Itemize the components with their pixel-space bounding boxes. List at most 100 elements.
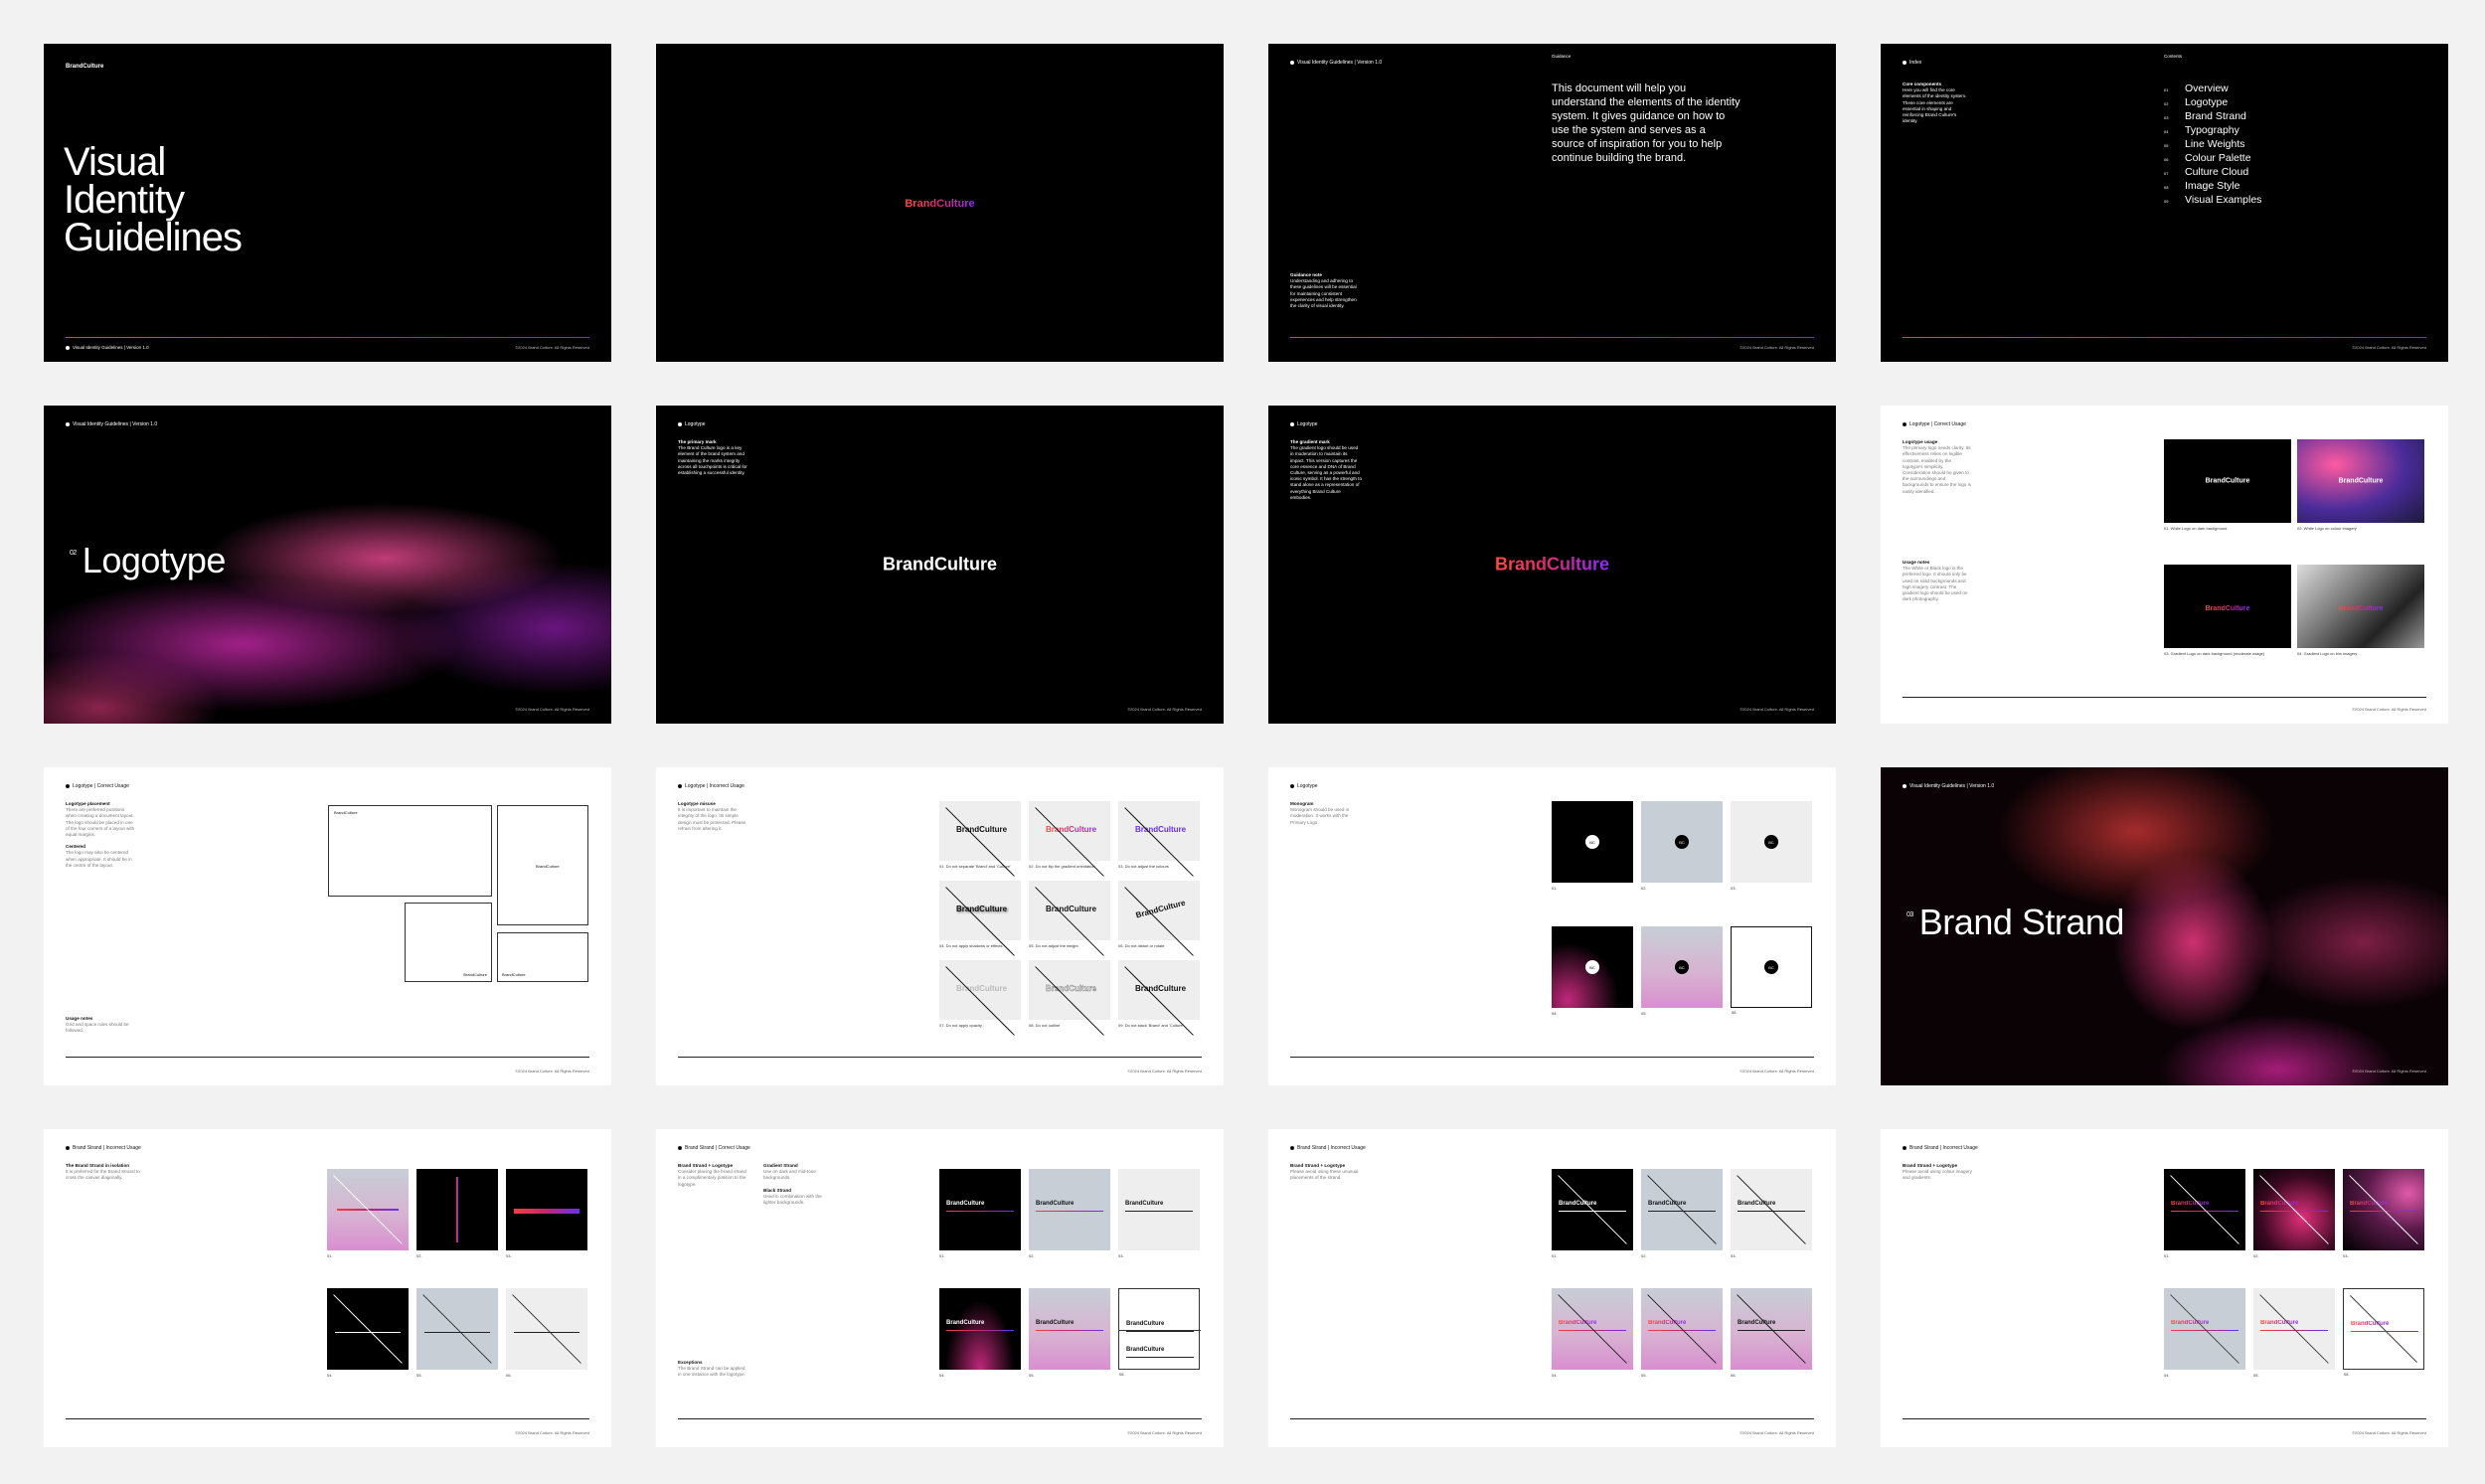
incorrect-text: Brand Strand + Logotype Please avoid usi… [1903,1163,1972,1182]
incorrect-tile[interactable]: 01. BrandCulture [1552,1169,1633,1258]
slide-logotype-placement[interactable]: Logotype | Correct Usage Logotype placem… [44,767,611,1085]
slide-strand-logotype-incorrect-2[interactable]: Brand Strand | Incorrect Usage Brand Str… [1881,1129,2448,1447]
toc-item[interactable]: Overview [2185,82,2261,95]
header-label: Visual Identity Guidelines | Version 1.0 [73,421,158,427]
misuse-tile[interactable]: 06. Do not distort or rotate BrandCulture [1118,881,1200,940]
misuse-tile[interactable]: 07. Do not apply opacity BrandCulture [939,960,1021,1020]
misuse-tile[interactable]: 08. Do not outline BrandCulture [1029,960,1110,1020]
incorrect-tile[interactable]: 05. BrandCulture [2253,1288,2335,1378]
logo-center: BrandCulture [656,555,1224,576]
slide-strand-logotype-correct[interactable]: Brand Strand | Correct Usage Brand Stran… [656,1129,1224,1447]
monogram-tile[interactable]: 01. BC [1552,801,1633,891]
gradient-rule [66,336,589,338]
toc-item[interactable]: Visual Examples [2185,193,2261,207]
incorrect-tile[interactable]: 06. BrandCulture [2343,1288,2424,1377]
copyright: ©2024 Brand Culture. All Rights Reserved [515,707,589,712]
bullet-icon [1903,422,1906,426]
toc-item[interactable]: Culture Cloud [2185,165,2261,179]
copyright: ©2024 Brand Culture. All Rights Reserved [515,345,589,350]
toc-item[interactable]: Line Weights [2185,137,2261,151]
misuse-tile[interactable]: 03. Do not adjust the colours BrandCultur… [1118,801,1200,861]
bullet-icon [1903,784,1906,788]
tile-logo: BrandCulture [2338,605,2384,612]
monogram-tile[interactable]: 02. BC [1641,801,1723,891]
misuse-tile[interactable]: 05. Do not adjust the weight BrandCulture [1029,881,1110,940]
slide-index[interactable]: Index Contents Core components Here you … [1881,44,2448,362]
strand-line [1126,1357,1194,1359]
strand-line [1119,1330,1201,1331]
usage-tile[interactable]: BrandCulture 03. Gradient Logo on dark b… [2164,565,2291,656]
incorrect-tile[interactable]: 03. BrandCulture [2343,1169,2424,1258]
usage-tile[interactable]: BrandCulture 02. White Logo on colour im… [2297,439,2424,531]
usage-tile[interactable]: BrandCulture 04. Gradient Logo on b/w im… [2297,565,2424,656]
strand-tile[interactable]: 04. [327,1288,409,1378]
tile-caption: 01. [327,1253,333,1258]
toc-item[interactable]: Logotype [2185,95,2261,109]
guidance-note: Guidance note Understanding and adhering… [1290,272,1360,309]
copyright: ©2024 Brand Culture. All Rights Reserved [1740,1430,1814,1435]
bullet-icon [1290,422,1294,426]
strand-logo-tile[interactable]: 04. BrandCulture [939,1288,1021,1378]
misuse-tile[interactable]: 01. Do not separate 'Brand' and 'Culture… [939,801,1021,861]
toc-item[interactable]: Typography [2185,123,2261,137]
toc-item[interactable]: Colour Palette [2185,151,2261,165]
incorrect-tile[interactable]: 01. BrandCulture [2164,1169,2245,1258]
toc-item[interactable]: Brand Strand [2185,109,2261,123]
slide-guidance[interactable]: Visual Identity Guidelines | Version 1.0… [1268,44,1836,362]
toc-item[interactable]: Image Style [2185,179,2261,193]
strand-tile[interactable]: 03. [506,1169,587,1258]
tile-caption: 06. [1731,1373,1737,1378]
bullet-icon [1903,61,1906,65]
strand-logo-tile[interactable]: 06. BrandCulture BrandCulture [1118,1288,1201,1377]
misuse-text: Logotype misuse It is important to maint… [678,801,747,832]
slide-section-logotype[interactable]: Visual Identity Guidelines | Version 1.0… [44,406,611,724]
strand-logo-tile[interactable]: 01. BrandCulture [939,1169,1021,1258]
section-name: Logotype [82,540,227,580]
incorrect-tile[interactable]: 04. BrandCulture [1552,1288,1633,1378]
strand-line [1126,1331,1194,1333]
slide-strand-logotype-incorrect-1[interactable]: Brand Strand | Incorrect Usage Brand Str… [1268,1129,1836,1447]
strand-logo-tile[interactable]: 02. BrandCulture [1029,1169,1110,1258]
slide-monogram[interactable]: Logotype Monogram Monogram should be use… [1268,767,1836,1085]
misuse-tile[interactable]: 09. Do not stack 'Brand' and 'Culture' Br… [1118,960,1200,1020]
slide-section-brand-strand[interactable]: Visual Identity Guidelines | Version 1.0… [1881,767,2448,1085]
slide-cover[interactable]: BrandCulture Visual Identity Guidelines … [44,44,611,362]
slide-logo-gradient-small[interactable]: BrandCulture [656,44,1224,362]
slide-logotype-misuse[interactable]: Logotype | Incorrect Usage Logotype misu… [656,767,1224,1085]
slide-logotype-correct-usage[interactable]: Logotype | Correct Usage Logotype usage … [1881,406,2448,724]
slide-header: Logotype | Incorrect Usage [678,783,745,789]
copyright: ©2024 Brand Culture. All Rights Reserved [1740,707,1814,712]
incorrect-tile[interactable]: 02. BrandCulture [2253,1169,2335,1258]
incorrect-tile[interactable]: 03. BrandCulture [1731,1169,1812,1258]
slide-primary-mark[interactable]: Logotype The primary mark The Brand Cult… [656,406,1224,724]
toc-num: 06 [2164,157,2169,162]
monogram-tile[interactable]: 04. BC [1552,926,1633,1016]
incorrect-tile[interactable]: 02. BrandCulture [1641,1169,1723,1258]
slide-strand-isolation[interactable]: Brand Strand | Incorrect Usage The Brand… [44,1129,611,1447]
monogram-tile[interactable]: 03. BC [1731,801,1812,891]
tile-caption: 01. [1552,1253,1558,1258]
incorrect-tile[interactable]: 04. BrandCulture [2164,1288,2245,1378]
copyright: ©2024 Brand Culture. All Rights Reserved [515,1069,589,1073]
header-label: Visual Identity Guidelines | Version 1.0 [1909,783,1995,789]
slide-gradient-mark[interactable]: Logotype The gradient mark The gradient … [1268,406,1836,724]
strand-tile[interactable]: 06. [506,1288,587,1378]
strand-line [1731,1288,1812,1370]
gradient-logo: BrandCulture [905,198,975,210]
monogram-tile[interactable]: 05. BC [1641,926,1723,1016]
strand-logo-tile[interactable]: 03. BrandCulture [1118,1169,1200,1258]
misuse-tile[interactable]: 02. Do not flip the gradient orientation… [1029,801,1110,861]
tile-caption: 05. [1641,1373,1647,1378]
misuse-tile[interactable]: 04. Do not apply shadows or effects Brand… [939,881,1021,940]
strand-tile[interactable]: 02. [416,1169,498,1258]
strand-tile[interactable]: 05. [416,1288,498,1378]
strand-tile[interactable]: 01. [327,1169,409,1258]
tile-caption: 01. White Logo on dark background [2164,526,2228,531]
incorrect-tile[interactable]: 05. BrandCulture [1641,1288,1723,1378]
usage-tile[interactable]: BrandCulture 01. White Logo on dark back… [2164,439,2291,531]
strand-logo-tile[interactable]: 05. BrandCulture [1029,1288,1110,1378]
section-title: 03 Brand Strand [1906,902,2124,943]
incorrect-tile[interactable]: 06. BrandCulture [1731,1288,1812,1378]
toc-num: 05 [2164,143,2169,148]
monogram-tile[interactable]: 06. BC [1731,926,1812,1015]
